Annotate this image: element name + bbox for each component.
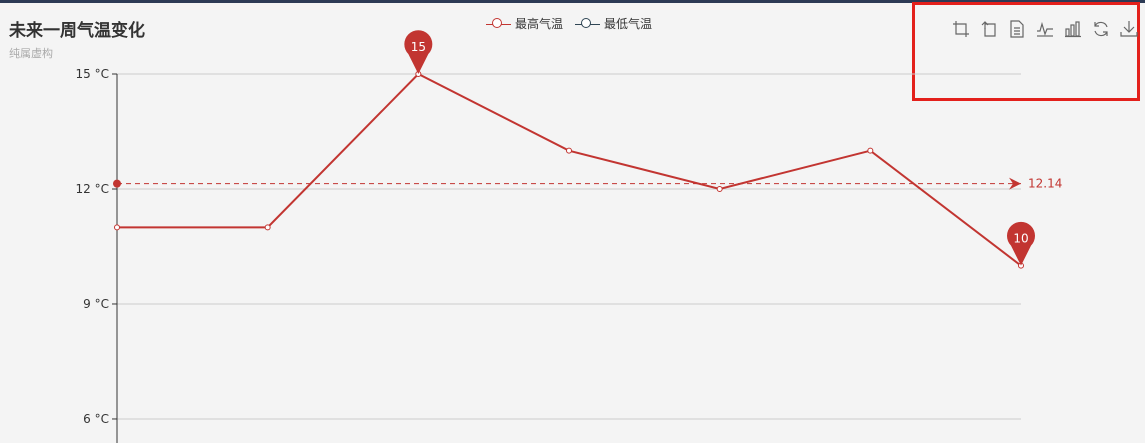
- mark-point-label: 10: [1013, 232, 1028, 246]
- series-line-high: [117, 72, 1022, 267]
- mark-line-start-dot: [113, 179, 121, 188]
- data-point: [867, 147, 874, 154]
- y-tick-label: 12 °C: [76, 182, 109, 196]
- data-point: [114, 224, 120, 231]
- data-point: [264, 224, 271, 231]
- mark-point-label: 15: [411, 40, 426, 54]
- mark-line-label: 12.14: [1028, 177, 1062, 191]
- y-tick-label: 6 °C: [83, 412, 109, 426]
- y-tick-label: 15 °C: [76, 67, 109, 81]
- y-tick-label: 9 °C: [83, 297, 109, 311]
- data-point: [566, 147, 572, 154]
- data-point: [716, 185, 723, 192]
- line-chart: 15 °C 12 °C 9 °C 6 °C 12.14 15 10: [76, 30, 1062, 443]
